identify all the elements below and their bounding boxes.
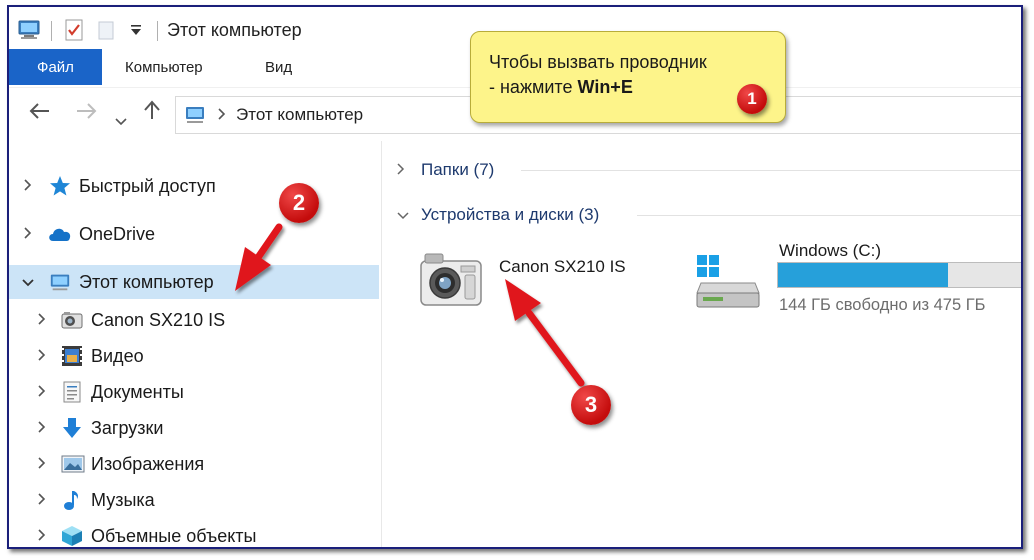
forward-button[interactable] bbox=[75, 100, 97, 126]
sidebar-item-label: Canon SX210 IS bbox=[91, 309, 226, 330]
cloud-icon bbox=[47, 223, 73, 245]
chevron-right-icon[interactable] bbox=[35, 420, 49, 437]
chevron-right-icon[interactable] bbox=[35, 528, 49, 545]
callout-text-prefix: - нажмите bbox=[489, 77, 578, 97]
sidebar-item-label: Видео bbox=[91, 345, 144, 366]
up-button[interactable] bbox=[143, 100, 161, 126]
computer-icon bbox=[49, 271, 71, 293]
sidebar-item-documents[interactable]: Документы bbox=[9, 375, 379, 409]
sidebar-item-label: Загрузки bbox=[91, 417, 164, 438]
sidebar-item-this-pc[interactable]: Этот компьютер bbox=[9, 265, 379, 299]
group-devices-and-drives[interactable]: Устройства и диски (3) bbox=[397, 202, 599, 228]
sidebar-item-3d-objects[interactable]: Объемные объекты bbox=[9, 519, 379, 547]
device-canon-camera[interactable]: Canon SX210 IS bbox=[413, 243, 653, 319]
download-icon bbox=[61, 417, 83, 439]
callout-text-line1: Чтобы вызвать проводник bbox=[489, 52, 707, 72]
chevron-right-icon[interactable] bbox=[397, 162, 413, 178]
camera-icon bbox=[417, 249, 485, 316]
recent-locations-chevron-icon[interactable] bbox=[115, 106, 127, 132]
sidebar-item-label: Этот компьютер bbox=[79, 271, 214, 292]
camera-icon bbox=[61, 309, 83, 331]
window-title: Этот компьютер bbox=[167, 20, 302, 40]
drive-usage-bar bbox=[777, 262, 1021, 288]
device-name: Canon SX210 IS bbox=[499, 257, 626, 276]
computer-icon[interactable] bbox=[17, 19, 41, 46]
step-badge-3: 3 bbox=[571, 385, 611, 425]
sidebar-item-label: OneDrive bbox=[79, 223, 156, 244]
step-badge-2: 2 bbox=[279, 183, 319, 223]
chevron-right-icon[interactable] bbox=[35, 492, 49, 509]
cube-icon bbox=[61, 525, 83, 547]
sidebar-item-label: Изображения bbox=[91, 453, 205, 474]
group-folders[interactable]: Папки (7) bbox=[397, 157, 494, 183]
hint-callout: Чтобы вызвать проводник - нажмите Win+E … bbox=[470, 31, 786, 123]
step-badge-1: 1 bbox=[737, 84, 767, 114]
sidebar-item-label: Музыка bbox=[91, 489, 155, 510]
customize-toolbar-icon[interactable] bbox=[129, 23, 143, 41]
pane-divider[interactable] bbox=[381, 141, 382, 547]
properties-icon[interactable] bbox=[64, 19, 84, 46]
navigation-pane: Быстрый доступ OneDrive Этот компьютер C… bbox=[9, 157, 381, 547]
sidebar-item-label: Быстрый доступ bbox=[79, 175, 216, 196]
sidebar-item-pictures[interactable]: Изображения bbox=[9, 447, 379, 481]
chevron-right-icon[interactable] bbox=[21, 226, 35, 243]
sidebar-item-label: Объемные объекты bbox=[91, 525, 257, 546]
sidebar-item-onedrive[interactable]: OneDrive bbox=[9, 217, 379, 251]
breadcrumb-item[interactable]: Этот компьютер bbox=[236, 105, 363, 125]
callout-hotkey: Win+E bbox=[577, 77, 633, 97]
breadcrumb-chevron-icon[interactable] bbox=[218, 107, 226, 123]
chevron-right-icon[interactable] bbox=[35, 348, 49, 365]
chevron-right-icon[interactable] bbox=[35, 312, 49, 329]
sidebar-item-video[interactable]: Видео bbox=[9, 339, 379, 373]
sidebar-item-canon-camera[interactable]: Canon SX210 IS bbox=[9, 303, 379, 337]
group-divider bbox=[521, 170, 1021, 171]
tab-computer[interactable]: Компьютер bbox=[125, 49, 203, 85]
chevron-down-icon[interactable] bbox=[21, 274, 35, 291]
sidebar-item-label: Документы bbox=[91, 381, 184, 402]
document-icon bbox=[61, 381, 83, 403]
image-icon bbox=[61, 453, 85, 475]
tab-view[interactable]: Вид bbox=[265, 49, 292, 85]
new-folder-icon[interactable] bbox=[97, 19, 115, 46]
back-button[interactable] bbox=[29, 100, 51, 126]
group-label: Устройства и диски (3) bbox=[421, 205, 600, 224]
drive-label: Windows (C:) bbox=[779, 241, 882, 260]
explorer-window: Этот компьютер Файл Компьютер Вид Этот к… bbox=[7, 5, 1023, 549]
chevron-down-icon[interactable] bbox=[397, 207, 413, 223]
drive-icon bbox=[695, 253, 761, 314]
sidebar-item-downloads[interactable]: Загрузки bbox=[9, 411, 379, 445]
drive-free-space: 144 ГБ свободно из 475 ГБ bbox=[779, 296, 986, 314]
video-icon bbox=[61, 345, 83, 367]
group-label: Папки (7) bbox=[421, 160, 495, 179]
group-divider bbox=[637, 215, 1021, 216]
sidebar-item-music[interactable]: Музыка bbox=[9, 483, 379, 517]
chevron-right-icon[interactable] bbox=[21, 178, 35, 195]
computer-icon bbox=[184, 105, 206, 125]
sidebar-item-quick-access[interactable]: Быстрый доступ bbox=[9, 169, 379, 203]
drive-usage-fill bbox=[778, 263, 949, 287]
star-icon bbox=[49, 175, 71, 197]
music-icon bbox=[61, 489, 83, 511]
chevron-right-icon[interactable] bbox=[35, 456, 49, 473]
chevron-right-icon[interactable] bbox=[35, 384, 49, 401]
tab-file[interactable]: Файл bbox=[9, 49, 102, 85]
callout-text-line2: - нажмите Win+E bbox=[489, 77, 633, 98]
